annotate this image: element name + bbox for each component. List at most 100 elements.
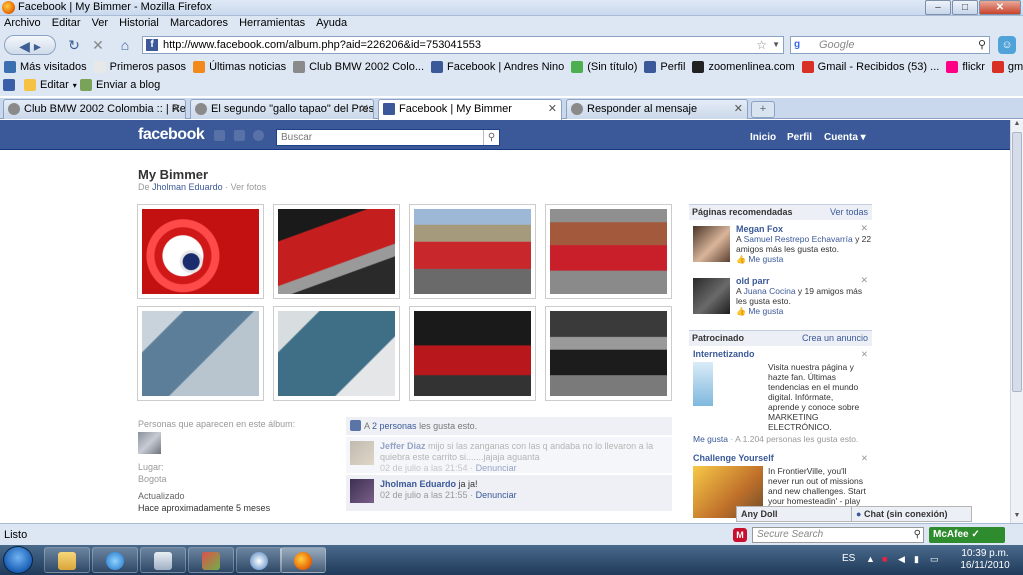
- bookmark-item[interactable]: Últimas noticias: [193, 58, 286, 76]
- chat-toggle[interactable]: ● Chat (sin conexión): [851, 507, 971, 521]
- menu-editar[interactable]: Editar: [48, 16, 85, 29]
- vertical-scrollbar[interactable]: ▲ ▼: [1010, 120, 1023, 523]
- tab-responder-mensaje[interactable]: Responder al mensaje ✕: [566, 99, 748, 119]
- menu-ayuda[interactable]: Ayuda: [312, 16, 351, 29]
- search-bar[interactable]: g Google ⚲: [790, 36, 990, 54]
- ad-title-link[interactable]: Challenge Yourself: [693, 453, 868, 463]
- fb-search-input[interactable]: Buscar ⚲: [276, 129, 500, 146]
- bookmark-item[interactable]: (Sin título): [571, 58, 637, 76]
- avatar[interactable]: [350, 441, 374, 465]
- friend-link[interactable]: Juana Cocina: [744, 286, 796, 296]
- view-photos-link[interactable]: Ver fotos: [231, 182, 267, 192]
- url-bar[interactable]: f http://www.facebook.com/album.php?aid=…: [142, 36, 784, 54]
- bookmark-item[interactable]: Gmail - Recibidos (53) ...: [801, 58, 939, 76]
- secure-search-input[interactable]: Secure Search ⚲: [752, 527, 924, 543]
- nav-inicio[interactable]: Inicio: [750, 132, 776, 143]
- bookmark-item[interactable]: Club BMW 2002 Colo...: [293, 58, 424, 76]
- network-icon[interactable]: ▮: [914, 554, 924, 564]
- power-icon[interactable]: ▭: [930, 554, 940, 564]
- clock[interactable]: 10:39 p.m. 16/11/2010: [950, 548, 1020, 572]
- album-photo-3[interactable]: [409, 204, 536, 299]
- messages-icon[interactable]: [234, 130, 245, 141]
- calculator-taskbar-button[interactable]: [140, 547, 186, 573]
- bookmark-item[interactable]: zoomenlinea.com: [692, 58, 795, 76]
- menu-ver[interactable]: Ver: [88, 16, 113, 29]
- scroll-up-icon[interactable]: ▲: [1011, 120, 1023, 131]
- mcafee-badge[interactable]: McAfee ✓: [929, 527, 1005, 543]
- search-icon[interactable]: ⚲: [978, 37, 986, 53]
- chat-contact-tab[interactable]: Any Doll: [741, 509, 778, 519]
- search-icon[interactable]: ⚲: [483, 130, 499, 145]
- stop-icon[interactable]: ✕: [90, 35, 106, 55]
- tab-close-icon[interactable]: ✕: [172, 100, 181, 118]
- show-hidden-icons-icon[interactable]: ▲: [866, 554, 876, 564]
- like-button[interactable]: Me gusta: [693, 434, 728, 444]
- album-photo-2[interactable]: [273, 204, 400, 299]
- extension-icon[interactable]: ☺: [998, 36, 1016, 54]
- page-name-link[interactable]: Megan Fox: [736, 224, 872, 234]
- mcafee-shield-icon[interactable]: M: [733, 528, 747, 542]
- maximize-button[interactable]: □: [952, 0, 978, 15]
- language-indicator[interactable]: ES: [842, 553, 855, 564]
- home-icon[interactable]: ⌂: [116, 35, 134, 55]
- report-link[interactable]: Denunciar: [476, 490, 517, 500]
- search-icon[interactable]: ⚲: [914, 528, 921, 542]
- close-button[interactable]: ✕: [979, 0, 1021, 15]
- minimize-button[interactable]: –: [925, 0, 951, 15]
- create-ad-link[interactable]: Crea un anuncio: [802, 331, 868, 346]
- report-link[interactable]: Denunciar: [476, 463, 517, 473]
- media-taskbar-button[interactable]: [236, 547, 282, 573]
- album-owner-link[interactable]: Jholman Eduardo: [152, 182, 223, 192]
- nav-perfil[interactable]: Perfil: [787, 132, 812, 143]
- notifications-icon[interactable]: [253, 130, 264, 141]
- ie-taskbar-button[interactable]: [92, 547, 138, 573]
- dismiss-icon[interactable]: ✕: [861, 349, 868, 359]
- start-button[interactable]: [3, 546, 33, 574]
- firefox-taskbar-button[interactable]: [280, 547, 326, 573]
- likes-count-link[interactable]: 2 personas: [372, 421, 417, 431]
- bookmark-star-icon[interactable]: ☆: [756, 37, 767, 53]
- bookmark-item[interactable]: Más visitados: [4, 58, 87, 76]
- ad-title-link[interactable]: Internetizando: [693, 349, 868, 359]
- scroll-down-icon[interactable]: ▼: [1011, 512, 1023, 523]
- album-photo-5[interactable]: [137, 306, 264, 401]
- bookmark-item[interactable]: Perfil: [644, 58, 685, 76]
- friend-link[interactable]: Samuel Restrepo Echavarría: [744, 234, 853, 244]
- page-thumbnail[interactable]: [693, 278, 730, 314]
- bookmark-item[interactable]: Primeros pasos: [93, 58, 186, 76]
- back-forward-button[interactable]: ◀ ▸: [4, 35, 56, 55]
- see-all-link[interactable]: Ver todas: [830, 205, 868, 220]
- ad-image[interactable]: [693, 362, 713, 406]
- like-button[interactable]: Me gusta: [748, 306, 783, 316]
- tab-close-icon[interactable]: ✕: [360, 100, 369, 118]
- send-to-blog-button[interactable]: Enviar a blog: [80, 79, 160, 91]
- menu-historial[interactable]: Historial: [115, 16, 163, 29]
- dismiss-icon[interactable]: ✕: [860, 223, 868, 233]
- tab-close-icon[interactable]: ✕: [548, 100, 557, 118]
- dismiss-icon[interactable]: ✕: [861, 453, 868, 463]
- avatar[interactable]: [138, 432, 161, 454]
- page-name-link[interactable]: old parr: [736, 276, 872, 286]
- edit-button[interactable]: Editar ▾: [24, 79, 77, 91]
- menu-herramientas[interactable]: Herramientas: [235, 16, 309, 29]
- scrollbar-thumb[interactable]: [1012, 132, 1022, 392]
- bookmark-item[interactable]: flickr: [946, 58, 985, 76]
- album-photo-6[interactable]: [273, 306, 400, 401]
- friend-requests-icon[interactable]: [214, 130, 225, 141]
- album-photo-7[interactable]: [409, 306, 536, 401]
- avatar[interactable]: [350, 479, 374, 503]
- menu-archivo[interactable]: Archivo: [0, 16, 45, 29]
- dismiss-icon[interactable]: ✕: [860, 275, 868, 285]
- album-photo-1[interactable]: [137, 204, 264, 299]
- tab-club-bmw[interactable]: Club BMW 2002 Colombia :: | Reviv... ✕: [3, 99, 186, 119]
- comment-author-link[interactable]: Jholman Eduardo: [380, 479, 456, 489]
- nav-cuenta[interactable]: Cuenta ▾: [824, 132, 866, 143]
- mcafee-tray-icon[interactable]: ■: [882, 554, 892, 564]
- cs-icon[interactable]: [3, 79, 19, 91]
- app-taskbar-button[interactable]: [188, 547, 234, 573]
- like-button[interactable]: Me gusta: [748, 254, 783, 264]
- tab-close-icon[interactable]: ✕: [734, 100, 743, 118]
- url-dropdown-icon[interactable]: ▼: [772, 37, 780, 53]
- reload-icon[interactable]: ↻: [66, 35, 82, 55]
- explorer-taskbar-button[interactable]: [44, 547, 90, 573]
